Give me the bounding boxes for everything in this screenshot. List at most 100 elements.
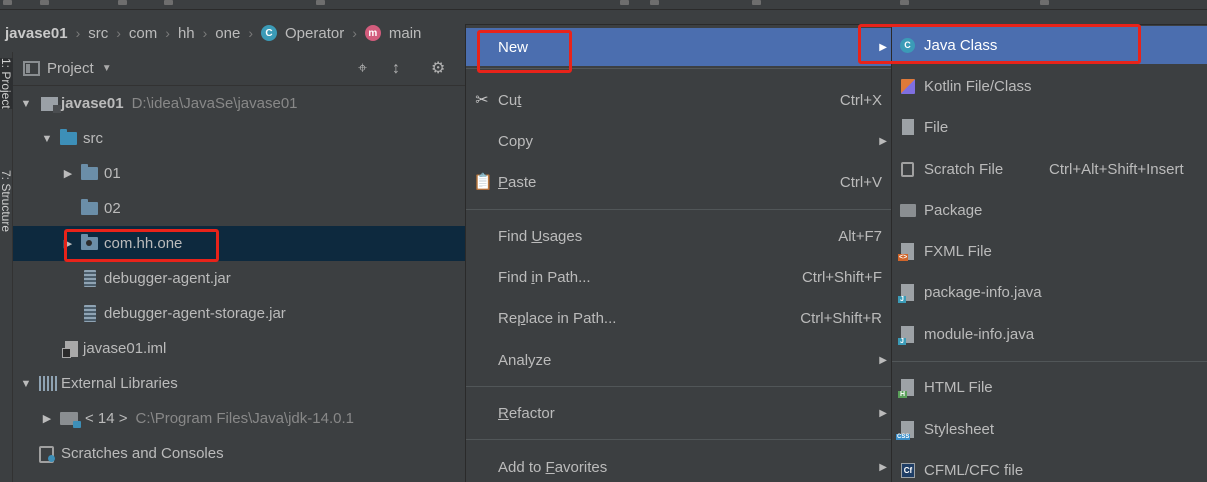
collapse-arrow-icon[interactable]: ▶ xyxy=(61,167,75,180)
collapse-arrow-icon[interactable]: ▶ xyxy=(61,237,75,250)
kotlin-icon xyxy=(901,78,915,94)
menu-item-refactor[interactable]: Refactor ▶ xyxy=(466,394,892,432)
structure-tool-tab[interactable]: 7: Structure xyxy=(0,170,13,232)
new-submenu: C Java Class Kotlin File/Class File Scra… xyxy=(891,24,1207,482)
submenu-item-stylesheet[interactable]: Stylesheet xyxy=(892,410,1207,448)
css-file-icon xyxy=(896,420,914,440)
menu-item-label: Find in Path... xyxy=(498,268,591,286)
submenu-item-java-class[interactable]: C Java Class xyxy=(892,26,1207,64)
menu-item-copy[interactable]: Copy ▶ xyxy=(466,122,892,160)
breadcrumb-hh[interactable]: hh xyxy=(178,25,195,42)
tree-item-javase01-iml[interactable]: javase01.iml xyxy=(13,331,465,366)
package-icon xyxy=(81,234,98,250)
breadcrumb-project[interactable]: javase01 xyxy=(5,25,68,42)
toolbar-icon[interactable] xyxy=(40,0,49,5)
tree-item-path: C:\Program Files\Java\jdk-14.0.1 xyxy=(135,410,354,427)
submenu-item-html-file[interactable]: HTML File xyxy=(892,368,1207,406)
project-tool-tab[interactable]: 1: Project xyxy=(0,58,13,109)
breadcrumb-operator[interactable]: Operator xyxy=(285,25,344,42)
menu-separator xyxy=(466,439,892,440)
tree-item-scratches[interactable]: Scratches and Consoles xyxy=(13,436,465,471)
tree-item-debugger-agent-jar[interactable]: debugger-agent.jar xyxy=(13,261,465,296)
tree-item-label: com.hh.one xyxy=(104,235,183,252)
gear-icon[interactable]: ⚙ xyxy=(431,60,445,78)
file-icon xyxy=(902,119,914,135)
menu-separator xyxy=(466,68,892,69)
tree-item-external-libraries[interactable]: ▼ External Libraries xyxy=(13,366,465,401)
java-class-icon: C xyxy=(900,37,915,53)
fxml-icon xyxy=(898,242,914,261)
expand-arrow-icon[interactable]: ▼ xyxy=(19,378,33,390)
tree-item-01[interactable]: ▶ 01 xyxy=(13,156,465,191)
submenu-item-scratch-file[interactable]: Scratch File Ctrl+Alt+Shift+Insert xyxy=(892,150,1207,188)
toolbar-icon[interactable] xyxy=(620,0,629,5)
tree-item-02[interactable]: 02 xyxy=(13,191,465,226)
menu-item-cut[interactable]: ✂ Cut Ctrl+X xyxy=(466,81,892,119)
submenu-item-fxml[interactable]: FXML File xyxy=(892,232,1207,270)
menu-separator xyxy=(466,209,892,210)
toolbar-icon[interactable] xyxy=(1040,0,1049,5)
submenu-item-package-info[interactable]: package-info.java xyxy=(892,273,1207,311)
toolbar-icon[interactable] xyxy=(3,0,12,5)
menu-item-label: Add to Favorites xyxy=(498,458,608,476)
submenu-item-module-info[interactable]: module-info.java xyxy=(892,315,1207,353)
tree-item-com-hh-one[interactable]: ▶ com.hh.one xyxy=(13,226,465,261)
java-file-icon xyxy=(898,283,914,303)
jar-icon xyxy=(84,270,96,287)
menu-item-paste[interactable]: 📋 Paste Ctrl+V xyxy=(466,163,892,201)
tree-item-path: D:\idea\JavaSe\javase01 xyxy=(131,95,298,112)
menu-item-replace-in-path[interactable]: Replace in Path... Ctrl+Shift+R xyxy=(466,299,892,337)
toolbar-icon[interactable] xyxy=(164,0,173,5)
project-icon xyxy=(41,96,61,113)
tree-item-label: External Libraries xyxy=(61,375,178,392)
collapse-all-icon[interactable]: ↕ xyxy=(392,60,400,78)
submenu-item-label: File xyxy=(924,118,949,136)
tree-item-label: src xyxy=(83,130,103,147)
collapse-arrow-icon[interactable]: ▶ xyxy=(40,412,54,425)
menu-item-label: Find Usages xyxy=(498,227,583,245)
menu-item-find-usages[interactable]: Find Usages Alt+F7 xyxy=(466,217,892,255)
submenu-item-package[interactable]: Package xyxy=(892,191,1207,229)
submenu-item-file[interactable]: File xyxy=(892,108,1207,146)
tree-item-src[interactable]: ▼ src xyxy=(13,121,465,156)
submenu-item-kotlin[interactable]: Kotlin File/Class xyxy=(892,67,1207,105)
tree-item-debugger-agent-storage-jar[interactable]: debugger-agent-storage.jar xyxy=(13,296,465,331)
submenu-arrow-icon: ▶ xyxy=(879,407,887,419)
menu-item-shortcut: Ctrl+V xyxy=(839,173,882,191)
toolbar-icon[interactable] xyxy=(650,0,659,5)
tree-item-label: javase01 xyxy=(61,95,124,112)
breadcrumb-one[interactable]: one xyxy=(215,25,240,42)
chevron-right-icon: › xyxy=(352,25,357,41)
tree-item-jdk-14[interactable]: ▶ < 14 > C:\Program Files\Java\jdk-14.0.1 xyxy=(13,401,465,436)
menu-item-add-to-favorites[interactable]: Add to Favorites ▶ xyxy=(466,448,892,482)
menu-item-new[interactable]: New ▶ xyxy=(466,28,892,66)
menu-item-label: Refactor xyxy=(498,404,555,422)
submenu-arrow-icon: ▶ xyxy=(879,354,887,366)
tree-item-javase01[interactable]: ▼ javase01 D:\idea\JavaSe\javase01 xyxy=(13,86,465,121)
submenu-item-cfml[interactable]: Cf CFML/CFC file xyxy=(892,451,1207,482)
expand-arrow-icon[interactable]: ▼ xyxy=(19,98,33,110)
cfml-icon: Cf xyxy=(901,462,915,478)
breadcrumb-main[interactable]: main xyxy=(389,25,422,42)
menu-item-find-in-path[interactable]: Find in Path... Ctrl+Shift+F xyxy=(466,258,892,296)
clipboard-icon: 📋 xyxy=(473,174,493,191)
menu-item-shortcut: Alt+F7 xyxy=(838,227,882,245)
toolbar-icon[interactable] xyxy=(118,0,127,5)
locate-icon[interactable]: ⌖ xyxy=(358,60,367,78)
menu-item-analyze[interactable]: Analyze ▶ xyxy=(466,341,892,379)
submenu-item-label: HTML File xyxy=(924,378,993,396)
toolbar-icon[interactable] xyxy=(316,0,325,5)
toolbar-icon[interactable] xyxy=(752,0,761,5)
jar-icon xyxy=(84,305,96,322)
submenu-item-label: Kotlin File/Class xyxy=(924,77,1032,95)
toolbar-icon[interactable] xyxy=(900,0,909,5)
project-view-selector[interactable]: Project ▼ xyxy=(23,60,112,77)
breadcrumb-src[interactable]: src xyxy=(88,25,108,42)
scratch-file-icon xyxy=(901,161,914,177)
expand-arrow-icon[interactable]: ▼ xyxy=(40,133,54,145)
submenu-item-label: package-info.java xyxy=(924,283,1042,301)
chevron-right-icon: › xyxy=(116,25,121,41)
tree-item-label: debugger-agent.jar xyxy=(104,270,231,287)
window-top-strip xyxy=(0,0,1207,10)
breadcrumb-com[interactable]: com xyxy=(129,25,157,42)
